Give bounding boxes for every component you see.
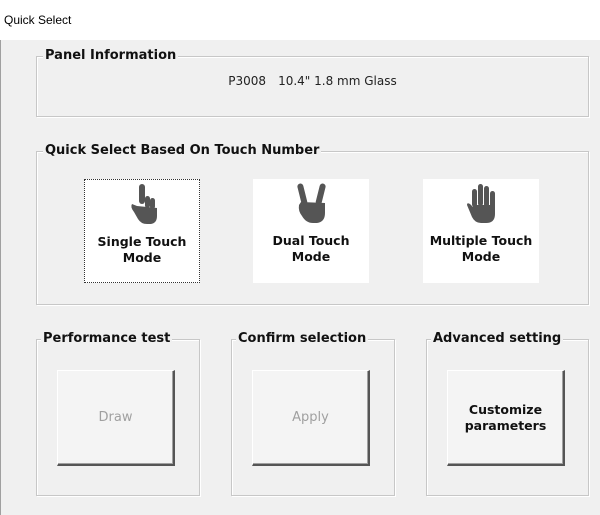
single-touch-label-line2: Mode [122, 250, 162, 265]
dual-touch-mode-button[interactable]: Dual Touch Mode [253, 179, 369, 283]
window-title: Quick Select [4, 13, 72, 27]
quick-select-group: Quick Select Based On Touch Number Singl… [36, 143, 589, 305]
single-touch-label-line1: Single Touch [97, 234, 187, 249]
customize-parameters-line1: Customize [468, 401, 543, 417]
panel-information-legend: Panel Information [43, 48, 179, 64]
dual-touch-label: Dual Touch Mode [253, 233, 369, 265]
draw-button[interactable]: Draw [57, 370, 175, 466]
open-hand-icon [467, 184, 495, 223]
panel-info-text: P3008 10.4" 1.8 mm Glass [37, 74, 588, 88]
multiple-touch-label-line2: Mode [461, 249, 501, 264]
performance-test-group: Performance test Draw [36, 331, 200, 496]
single-finger-hand-icon [131, 184, 157, 224]
customize-parameters-button[interactable]: Customize parameters [447, 370, 565, 466]
multiple-touch-label: Multiple Touch Mode [423, 233, 539, 265]
advanced-setting-legend: Advanced setting [431, 331, 564, 347]
performance-test-legend: Performance test [41, 331, 173, 347]
two-finger-hand-icon [297, 183, 326, 223]
panel-model: P3008 [228, 74, 267, 88]
single-touch-label: Single Touch Mode [85, 234, 199, 266]
confirm-selection-group: Confirm selection Apply [231, 331, 395, 496]
single-touch-mode-button[interactable]: Single Touch Mode [84, 179, 200, 283]
dual-touch-label-line1: Dual Touch [272, 233, 350, 248]
quick-select-window: Quick Select Panel Information P3008 10.4… [0, 0, 600, 515]
dual-touch-label-line2: Mode [291, 249, 331, 264]
quick-select-legend: Quick Select Based On Touch Number [43, 143, 322, 159]
customize-parameters-line2: parameters [464, 417, 547, 433]
panel-information-group: Panel Information P3008 10.4" 1.8 mm Glas… [36, 48, 589, 117]
multiple-touch-label-line1: Multiple Touch [429, 233, 533, 248]
advanced-setting-group: Advanced setting Customize parameters [426, 331, 589, 496]
apply-button[interactable]: Apply [252, 370, 370, 466]
panel-description: 10.4" 1.8 mm Glass [278, 74, 397, 88]
customize-parameters-label: Customize parameters [465, 402, 547, 434]
dialog-body: Panel Information P3008 10.4" 1.8 mm Glas… [1, 40, 600, 515]
title-bar: Quick Select [0, 0, 600, 40]
multiple-touch-mode-button[interactable]: Multiple Touch Mode [423, 179, 539, 283]
confirm-selection-legend: Confirm selection [236, 331, 369, 347]
